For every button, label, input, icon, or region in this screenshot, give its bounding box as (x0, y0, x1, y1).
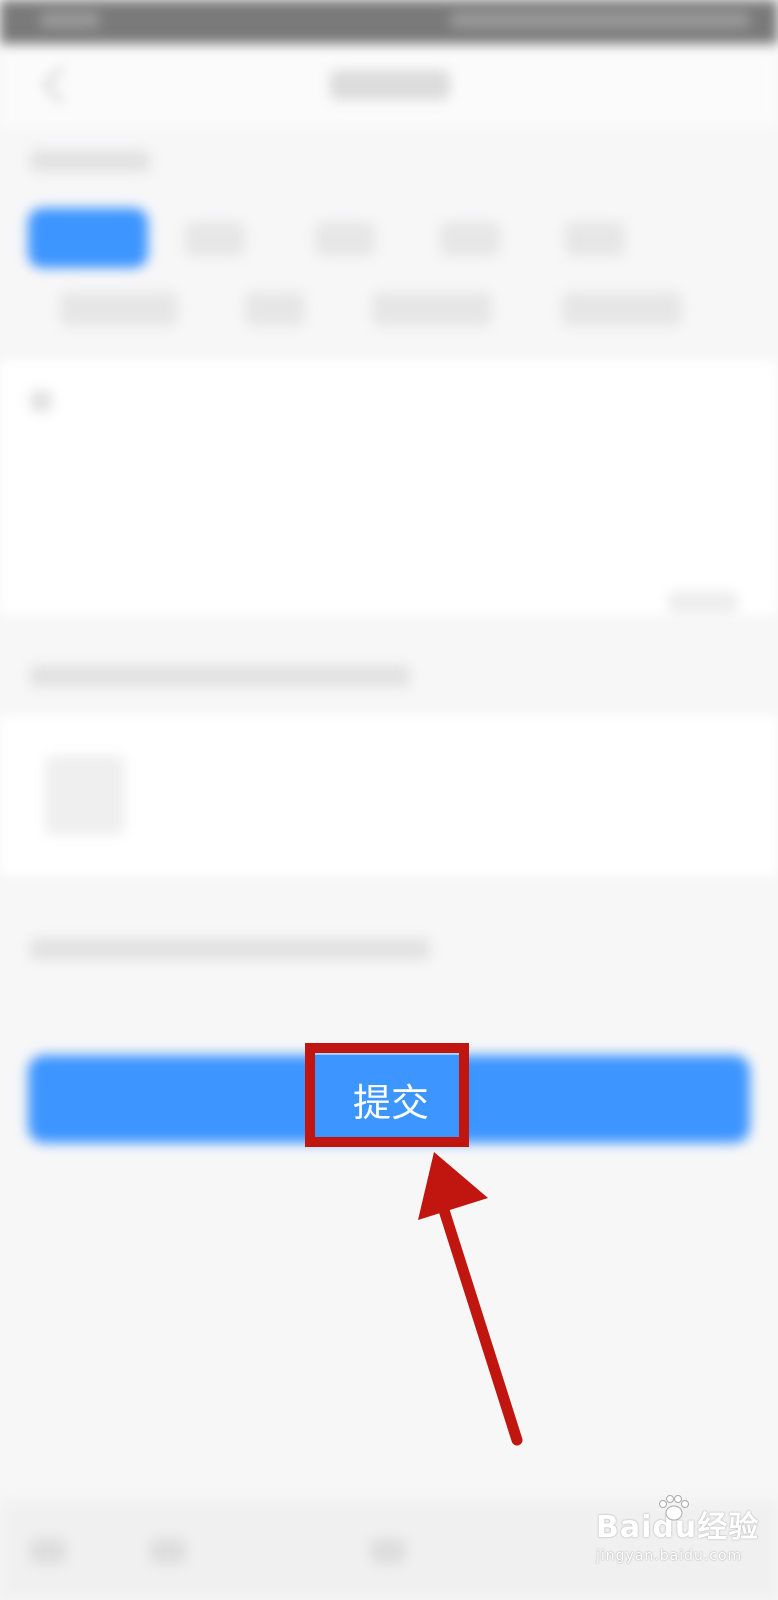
page-title (330, 70, 450, 100)
bottom-nav-icon (150, 1538, 186, 1564)
baidu-watermark: Baidu经验 jingyan.baidu.com (596, 1495, 766, 1582)
category-chip[interactable] (60, 292, 178, 326)
description-marker (30, 390, 52, 412)
upload-card (0, 715, 778, 875)
category-chip-selected[interactable] (28, 208, 148, 268)
baidu-paw-icon (659, 1495, 689, 1521)
nav-bar (0, 44, 778, 128)
back-arrow-icon[interactable] (42, 66, 80, 104)
submit-button[interactable]: 提交 (315, 1055, 467, 1143)
status-time (40, 12, 100, 28)
category-chip[interactable] (185, 222, 245, 256)
status-icons (450, 12, 750, 28)
category-chip[interactable] (562, 292, 682, 326)
category-label (30, 150, 150, 172)
bottom-nav-icon (370, 1538, 406, 1564)
category-chip[interactable] (440, 222, 500, 256)
watermark-url: jingyan.baidu.com (596, 1548, 743, 1564)
category-chip[interactable] (245, 292, 305, 326)
upload-image-button[interactable] (45, 755, 125, 835)
category-chip[interactable] (565, 222, 625, 256)
status-bar (0, 0, 778, 44)
category-chip[interactable] (315, 222, 375, 256)
contact-label (30, 938, 430, 960)
category-chip[interactable] (372, 292, 492, 326)
bottom-nav-icon (30, 1538, 66, 1564)
char-counter (668, 592, 738, 612)
upload-label (30, 665, 410, 687)
description-card[interactable] (0, 360, 778, 615)
